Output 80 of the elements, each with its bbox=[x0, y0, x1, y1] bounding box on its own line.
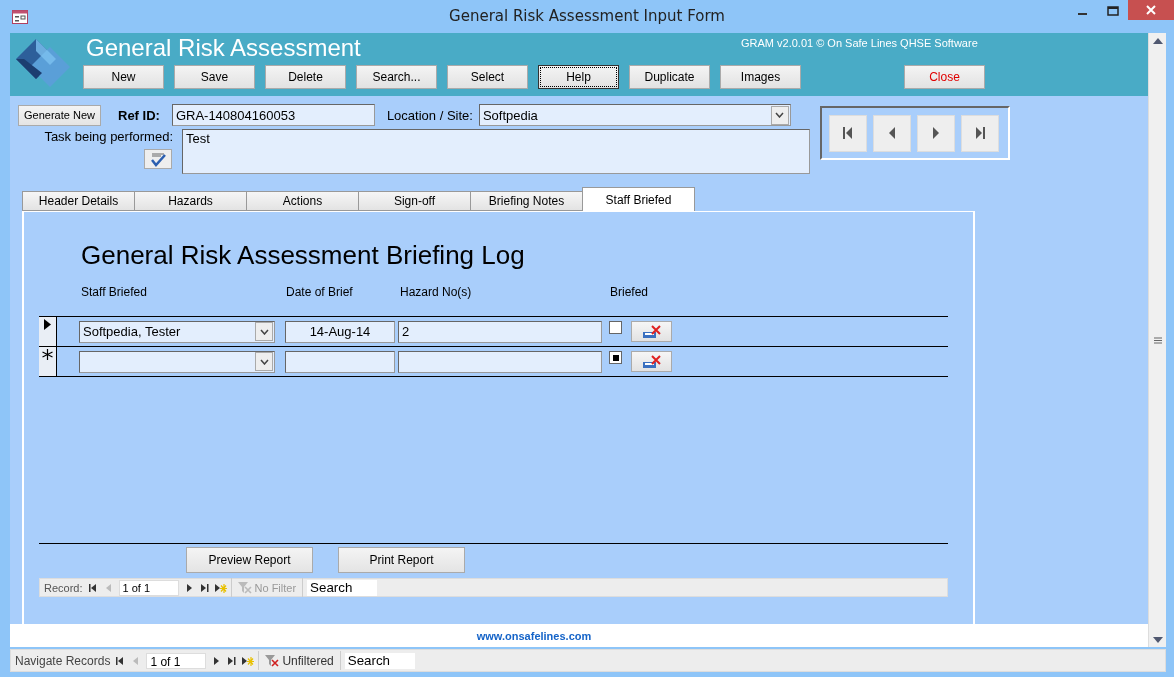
scroll-down-icon[interactable] bbox=[1152, 636, 1163, 643]
tab[interactable]: Staff Briefed bbox=[582, 187, 695, 211]
filter-toggle[interactable]: Unfiltered bbox=[258, 651, 341, 670]
filter-icon bbox=[237, 581, 252, 594]
dropdown-icon[interactable] bbox=[775, 112, 785, 118]
staff-combo[interactable] bbox=[79, 350, 275, 373]
date-field[interactable]: 14-Aug-14 bbox=[285, 320, 395, 343]
spell-check-button[interactable] bbox=[144, 149, 172, 169]
dropdown-icon[interactable] bbox=[259, 328, 269, 335]
first-record-button[interactable] bbox=[829, 114, 867, 152]
toolbar-button[interactable]: Help bbox=[538, 65, 619, 89]
scrollbar[interactable] bbox=[1148, 33, 1166, 647]
next-record-button[interactable] bbox=[917, 114, 955, 152]
delete-record-icon[interactable] bbox=[641, 324, 662, 339]
last-record-button[interactable] bbox=[961, 114, 999, 152]
column-header: Briefed bbox=[610, 285, 650, 300]
location-label: Location / Site: bbox=[386, 107, 473, 123]
column-header: Date of Brief bbox=[286, 285, 354, 300]
new-record-icon[interactable] bbox=[242, 654, 255, 667]
tab[interactable]: Actions bbox=[246, 191, 359, 211]
previous-record-icon[interactable] bbox=[887, 127, 897, 139]
navigator-label: Record: bbox=[44, 581, 83, 594]
location-combo[interactable]: Softpedia bbox=[478, 104, 791, 126]
previous-record-button[interactable] bbox=[873, 114, 911, 152]
column-header: Staff Briefed bbox=[81, 285, 148, 300]
date-field[interactable] bbox=[285, 350, 395, 373]
tab[interactable]: Sign-off bbox=[358, 191, 471, 211]
ref-id-field[interactable]: GRA-140804160053 bbox=[171, 104, 375, 126]
toolbar-button[interactable]: Duplicate bbox=[629, 65, 710, 89]
maximize-icon[interactable] bbox=[1107, 6, 1119, 16]
next-record-icon[interactable] bbox=[931, 127, 941, 139]
version-text: GRAM v2.0.01 © On Safe Lines QHSE Software bbox=[741, 37, 978, 51]
search-field[interactable]: Search bbox=[344, 652, 415, 669]
report-button[interactable]: Print Report bbox=[338, 547, 465, 573]
logo-icon bbox=[16, 39, 70, 87]
delete-row-button[interactable] bbox=[631, 351, 672, 372]
toolbar-button[interactable]: Save bbox=[174, 65, 255, 89]
new-record-icon[interactable] bbox=[214, 581, 227, 594]
toolbar-button[interactable]: Delete bbox=[265, 65, 346, 89]
briefed-checkbox[interactable] bbox=[609, 351, 622, 364]
delete-row-button[interactable] bbox=[631, 321, 672, 342]
app-icon bbox=[12, 9, 28, 24]
dropdown-icon[interactable] bbox=[259, 358, 269, 365]
tab[interactable]: Hazards bbox=[134, 191, 247, 211]
record-position-field[interactable]: 1 of 1 bbox=[146, 652, 207, 669]
delete-record-icon[interactable] bbox=[641, 354, 662, 369]
grip-icon bbox=[1153, 336, 1162, 344]
toolbar-button[interactable]: Search... bbox=[356, 65, 437, 89]
first-record-icon[interactable] bbox=[843, 127, 853, 139]
task-label: Task being performed: bbox=[44, 129, 173, 144]
tab[interactable]: Header Details bbox=[22, 191, 135, 211]
navigator-label: Navigate Records bbox=[15, 653, 111, 668]
close-form-button[interactable]: Close bbox=[904, 65, 985, 89]
window-title: General Risk Assessment Input Form bbox=[449, 7, 725, 25]
filter-icon bbox=[265, 654, 280, 667]
search-field[interactable]: Search bbox=[307, 579, 378, 596]
task-field[interactable]: Test bbox=[182, 129, 810, 174]
staff-combo[interactable]: Softpedia, Tester bbox=[79, 320, 275, 343]
report-button[interactable]: Preview Report bbox=[186, 547, 313, 573]
toolbar-button[interactable]: Images bbox=[720, 65, 801, 89]
last-record-icon[interactable] bbox=[226, 654, 239, 667]
close-button[interactable] bbox=[1128, 0, 1174, 20]
close-icon[interactable] bbox=[1146, 5, 1156, 15]
briefed-checkbox[interactable] bbox=[609, 321, 622, 334]
scroll-up-icon[interactable] bbox=[1152, 37, 1163, 44]
toolbar-button[interactable]: Select bbox=[447, 65, 528, 89]
last-record-icon[interactable] bbox=[198, 581, 211, 594]
generate-new-button[interactable]: Generate New bbox=[18, 104, 101, 126]
hazard-field[interactable] bbox=[398, 350, 602, 373]
last-record-icon[interactable] bbox=[975, 127, 985, 139]
first-record-icon[interactable] bbox=[86, 581, 99, 594]
ref-id-label: Ref ID: bbox=[118, 107, 160, 123]
app-title: General Risk Assessment bbox=[86, 34, 362, 63]
column-header: Hazard No(s) bbox=[400, 285, 473, 300]
hazard-field[interactable]: 2 bbox=[398, 320, 602, 343]
briefing-log-title: General Risk Assessment Briefing Log bbox=[81, 240, 526, 271]
record-position-field[interactable]: 1 of 1 bbox=[118, 579, 179, 596]
toolbar-button[interactable]: New bbox=[83, 65, 164, 89]
tab[interactable]: Briefing Notes bbox=[470, 191, 583, 211]
website-link[interactable]: www.onsafelines.com bbox=[476, 629, 592, 642]
